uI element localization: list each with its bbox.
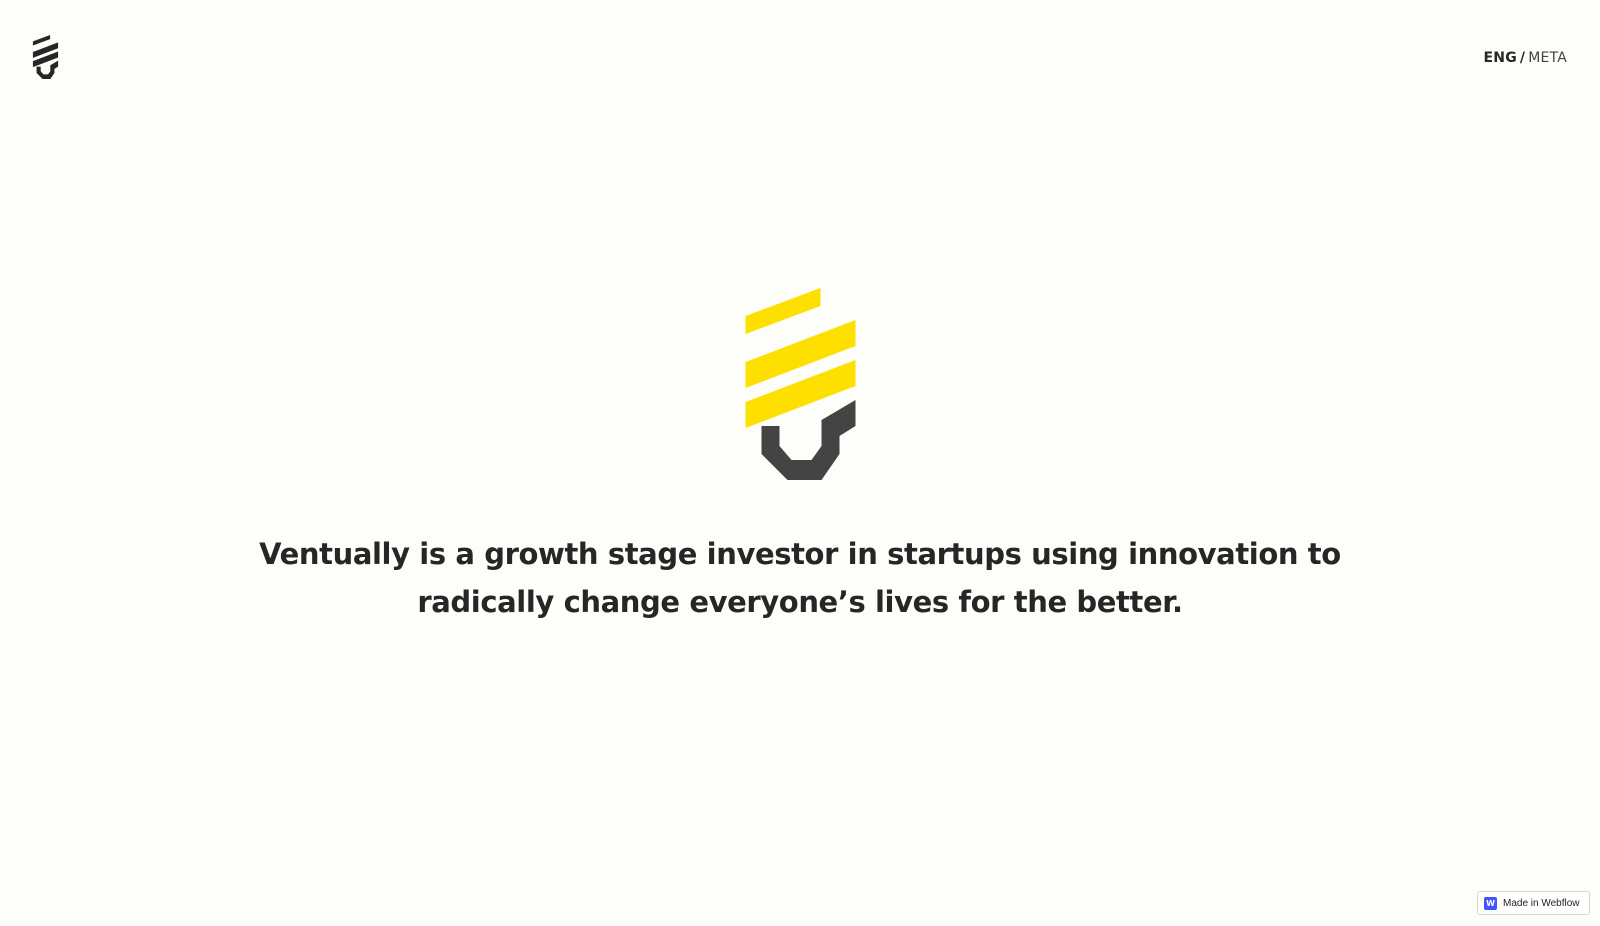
webflow-icon: W — [1484, 896, 1497, 910]
lang-meta-link[interactable]: META — [1528, 50, 1567, 66]
language-switcher: ENG / META — [1484, 50, 1567, 66]
logo-stripe-1 — [745, 288, 821, 334]
hero-tagline: Ventually is a growth stage investor in … — [259, 537, 1341, 619]
lang-eng-link[interactable]: ENG — [1484, 50, 1517, 66]
made-in-webflow-badge[interactable]: W Made in Webflow — [1477, 891, 1590, 915]
badge-label: Made in Webflow — [1503, 897, 1580, 909]
lang-separator: / — [1519, 50, 1526, 66]
page: ENG / META Ventually is a growth stage inv… — [0, 0, 1600, 926]
ventually-logo-icon[interactable] — [31, 35, 60, 79]
ventually-bulb-logo-icon — [745, 288, 856, 480]
